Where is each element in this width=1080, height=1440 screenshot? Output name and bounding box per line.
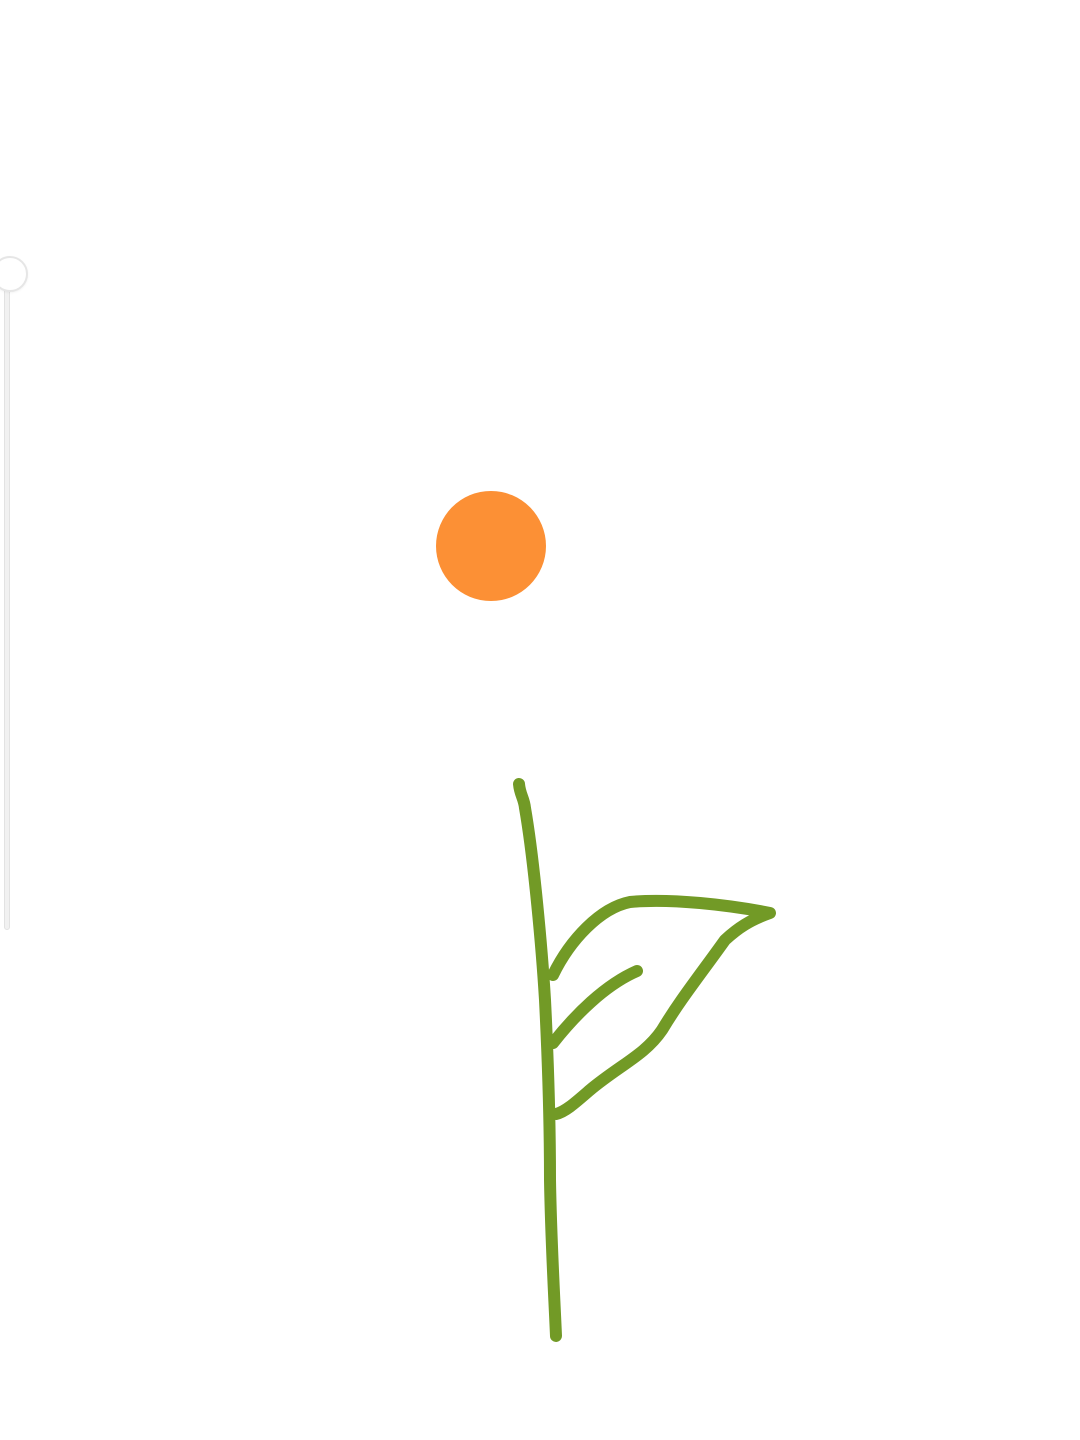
leaf-vein [547, 965, 643, 1049]
drawing-canvas[interactable] [0, 0, 1080, 1440]
size-slider[interactable] [0, 256, 30, 932]
plant-stem [513, 778, 562, 1342]
slider-thumb[interactable] [0, 256, 28, 292]
slider-track[interactable] [4, 274, 10, 930]
drawing-app [0, 0, 1080, 1440]
orange-dot [436, 491, 546, 601]
